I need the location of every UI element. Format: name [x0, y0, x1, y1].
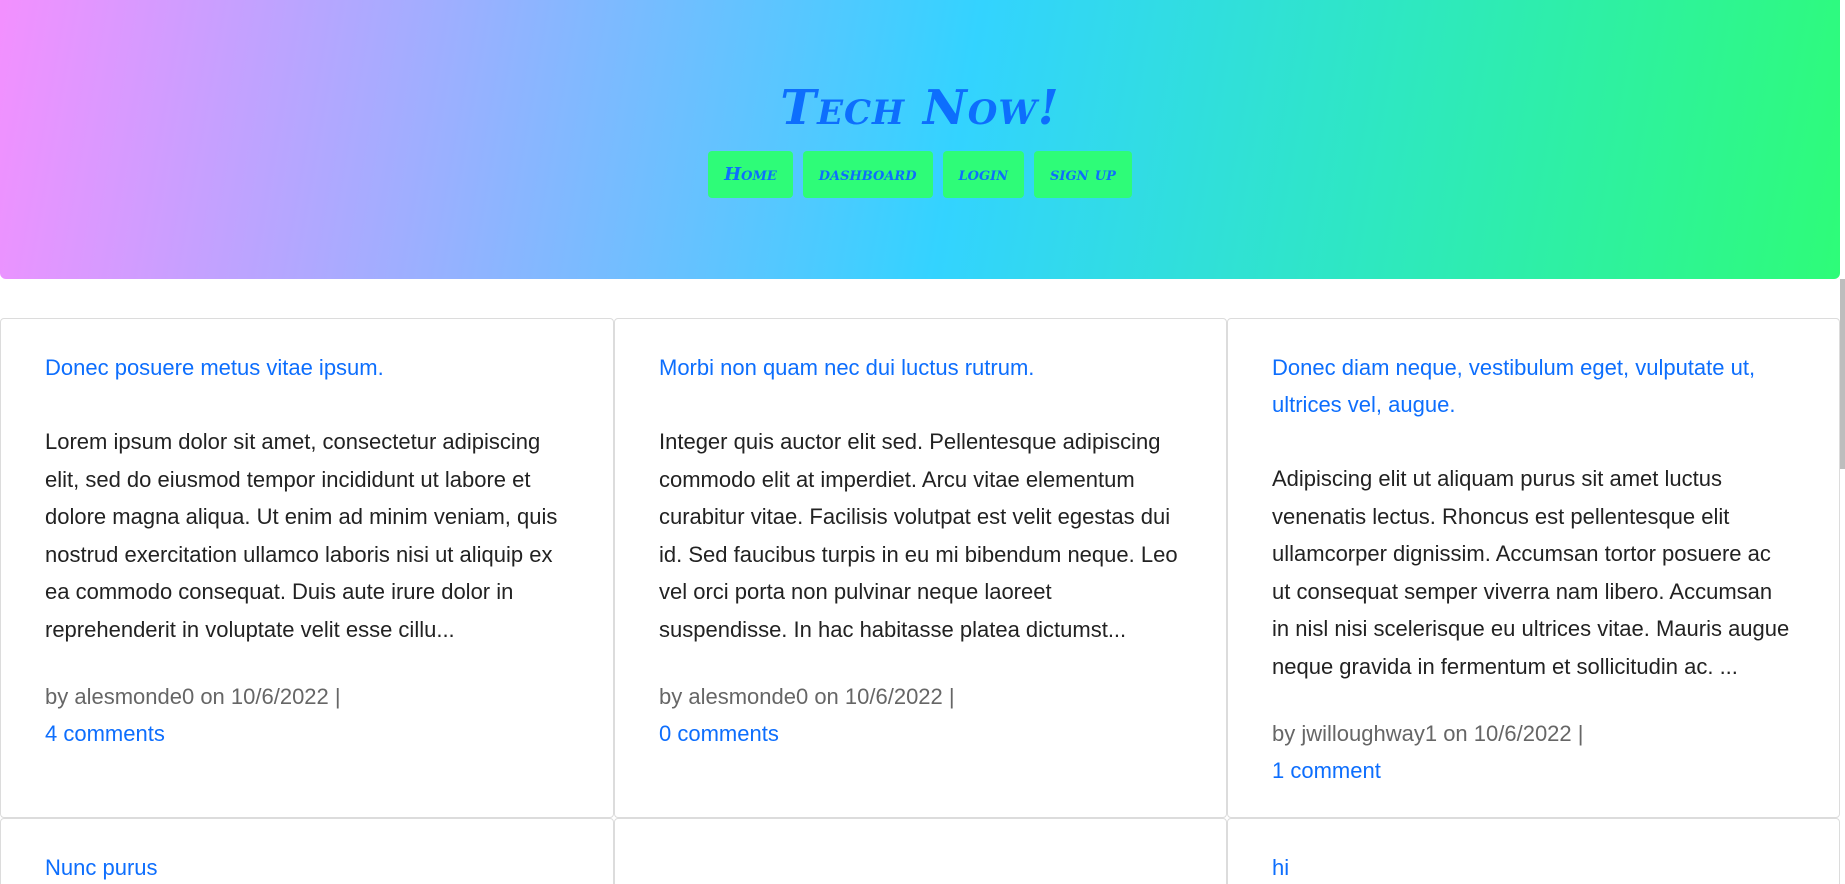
post-comments-link[interactable]: 0 comments	[659, 715, 1182, 752]
post-card: Morbi non quam nec dui luctus rutrum. In…	[614, 318, 1227, 818]
post-comments-link[interactable]: 4 comments	[45, 715, 569, 752]
post-card	[614, 818, 1227, 884]
site-title: Tech Now!	[780, 80, 1060, 136]
hero-header: Tech Now! Home dashboard login sign up	[0, 0, 1840, 279]
post-comments-link[interactable]: 1 comment	[1272, 752, 1795, 789]
nav-login-button[interactable]: login	[942, 151, 1025, 198]
post-meta: by alesmonde0 on 10/6/2022 |	[659, 684, 955, 709]
post-title-link[interactable]: Donec diam neque, vestibulum eget, vulpu…	[1272, 349, 1795, 423]
post-card: Donec diam neque, vestibulum eget, vulpu…	[1227, 318, 1840, 818]
post-card: hi	[1227, 818, 1840, 884]
post-title-link[interactable]: hi	[1272, 849, 1795, 884]
post-excerpt: Adipiscing elit ut aliquam purus sit ame…	[1272, 466, 1790, 679]
scrollbar-thumb[interactable]	[1840, 279, 1845, 469]
post-excerpt: Integer quis auctor elit sed. Pellentesq…	[659, 429, 1178, 642]
post-meta: by alesmonde0 on 10/6/2022 |	[45, 684, 341, 709]
post-title-link[interactable]: Morbi non quam nec dui luctus rutrum.	[659, 349, 1182, 386]
post-meta: by jwilloughway1 on 10/6/2022 |	[1272, 721, 1584, 746]
main-nav: Home dashboard login sign up	[0, 151, 1840, 198]
nav-dashboard-button[interactable]: dashboard	[802, 151, 933, 198]
post-card: Nunc purus	[0, 818, 614, 884]
post-grid: Donec posuere metus vitae ipsum. Lorem i…	[0, 318, 1840, 884]
post-excerpt: Lorem ipsum dolor sit amet, consectetur …	[45, 429, 558, 642]
post-title-link[interactable]: Nunc purus	[45, 849, 569, 884]
page: Tech Now! Home dashboard login sign up D…	[0, 0, 1845, 884]
nav-home-button[interactable]: Home	[708, 151, 793, 198]
nav-signup-button[interactable]: sign up	[1034, 151, 1132, 198]
post-title-link[interactable]: Donec posuere metus vitae ipsum.	[45, 349, 569, 386]
post-card: Donec posuere metus vitae ipsum. Lorem i…	[0, 318, 614, 818]
